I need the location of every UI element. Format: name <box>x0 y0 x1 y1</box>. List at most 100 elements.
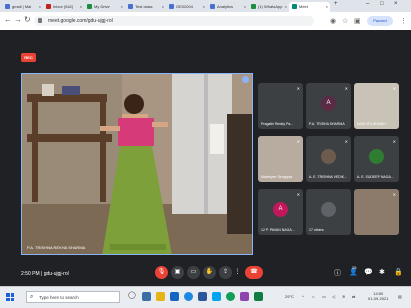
taskbar-search-input[interactable]: ⌕ Type here to search <box>26 291 120 303</box>
minimize-icon[interactable]: – <box>366 1 369 7</box>
mic-off-icon: ✕ <box>392 86 396 91</box>
close-icon[interactable]: × <box>121 2 123 12</box>
browser-tab-active[interactable]: Meet × <box>289 2 330 12</box>
system-clock[interactable]: 14:50 01-09-2021 <box>368 291 388 301</box>
maximize-icon[interactable]: □ <box>380 1 384 7</box>
present-icon: ⇪ <box>222 269 229 275</box>
browser-tab[interactable]: GE02004 × <box>166 2 207 12</box>
close-icon[interactable]: × <box>285 2 287 12</box>
task-view-icon[interactable]: ◯ <box>128 291 137 300</box>
avatar <box>369 149 384 164</box>
camera-indicator-icon[interactable]: ◉ <box>330 17 336 25</box>
avatar: A <box>273 202 288 217</box>
mic-off-icon: ✕ <box>392 192 396 197</box>
participant-tile[interactable]: ✕ Maitreyee Sengupta <box>258 136 303 182</box>
end-call-icon: ☎ <box>250 269 258 275</box>
bookmark-star-icon[interactable]: ☆ <box>342 17 348 25</box>
pin-icon[interactable] <box>242 76 249 83</box>
language-icon[interactable]: ⇄ <box>352 294 355 299</box>
folder-icon[interactable] <box>156 292 165 301</box>
raise-hand-button[interactable]: ✋ <box>203 266 216 279</box>
participant-name: P.A. TRISHNA REKHA SHARMA <box>27 245 86 250</box>
avatar <box>321 202 336 217</box>
meet-window: REC P.A. TRISHNA REKHA SHARMA ✕ Pragathi… <box>0 30 411 286</box>
participant-tile[interactable]: ✕ A. E. SUDEEP NAGA... <box>354 136 399 182</box>
tab-favicon-icon <box>210 4 215 10</box>
more-options-icon: ⋮ <box>234 269 241 275</box>
browser-tab[interactable]: Analytics × <box>207 2 248 12</box>
network-icon[interactable]: ⌂ <box>312 294 314 299</box>
mic-off-icon: ✕ <box>344 139 348 144</box>
notifications-icon[interactable]: ▤ <box>398 294 402 299</box>
close-icon[interactable]: × <box>244 2 246 12</box>
menu-icon[interactable]: ⋮ <box>400 17 407 25</box>
browser-tab[interactable]: Test class × <box>125 2 166 12</box>
url-input[interactable]: meet.google.com/gdu-ujgj-rol <box>34 16 314 26</box>
browser-tab[interactable]: My Drive × <box>84 2 125 12</box>
mic-off-icon: ✕ <box>344 86 348 91</box>
recording-badge: REC <box>21 53 36 62</box>
end-call-button[interactable]: ☎ <box>245 266 263 279</box>
participant-tile[interactable]: ✕ A 12 P. PAVAN NAGA... <box>258 189 303 235</box>
app-icon[interactable] <box>212 292 221 301</box>
activities-icon[interactable]: ✱ <box>379 268 385 276</box>
close-icon[interactable]: × <box>326 2 328 12</box>
raise-hand-icon: ✋ <box>205 269 214 275</box>
close-icon[interactable]: × <box>162 2 164 12</box>
forward-icon[interactable]: → <box>14 15 22 24</box>
browser-tab[interactable]: gmail | Mai × <box>2 2 43 12</box>
tab-favicon-icon <box>5 4 10 10</box>
tab-favicon-icon <box>128 4 133 10</box>
mic-button[interactable]: 🎙 <box>155 266 168 279</box>
mic-off-icon: ✕ <box>296 139 300 144</box>
weather-temperature[interactable]: 29°C <box>285 294 294 299</box>
camera-icon: ▣ <box>174 269 181 275</box>
captions-button[interactable]: ▭ <box>187 266 200 279</box>
wifi-icon[interactable]: ≋ <box>342 294 345 299</box>
tab-favicon-icon <box>169 4 174 10</box>
more-options-button[interactable]: ⋮ <box>231 266 244 279</box>
close-icon[interactable]: × <box>80 2 82 12</box>
participant-tile[interactable]: ✕ A P.A. TRISHA SHARMA <box>306 83 351 129</box>
self-view-tile[interactable]: ✕ <box>354 189 399 235</box>
close-icon[interactable]: × <box>203 2 205 12</box>
back-icon[interactable]: ← <box>4 15 12 24</box>
taskbar: ⌕ Type here to search ◯ 29°C ^ ⌂ ▭ ◁ ≋ ⇄… <box>0 286 411 308</box>
new-tab-button[interactable]: + <box>334 1 338 7</box>
address-bar: ← → ↻ meet.google.com/gdu-ujgj-rol ◉ ☆ ▣… <box>0 12 411 31</box>
main-video-tile[interactable]: P.A. TRISHNA REKHA SHARMA <box>21 73 253 255</box>
extensions-icon[interactable]: ▣ <box>354 17 361 25</box>
browser-tab[interactable]: Inbox (542) × <box>43 2 84 12</box>
lock-meeting-icon[interactable]: 🔒 <box>394 268 403 276</box>
participant-tile[interactable]: ✕ A. E. TRISHNA VEDIK... <box>306 136 351 182</box>
close-icon[interactable]: × <box>39 2 41 12</box>
profile-paused-button[interactable]: Paused <box>367 16 393 26</box>
browser-tab[interactable]: (1) WhatsApp × <box>248 2 289 12</box>
volume-icon[interactable]: ◁ <box>332 294 335 299</box>
participant-tile[interactable]: ✕ NASHITA SHAIKH <box>354 83 399 129</box>
word-icon[interactable] <box>198 292 207 301</box>
chrome-active-icon[interactable] <box>226 292 235 301</box>
window-close-icon[interactable]: × <box>394 1 398 7</box>
reload-icon[interactable]: ↻ <box>24 15 31 24</box>
file-explorer-icon[interactable] <box>142 292 151 301</box>
meet-favicon-icon <box>292 4 297 10</box>
tray-chevron-icon[interactable]: ^ <box>302 294 304 299</box>
avatar: A <box>321 96 336 111</box>
store-icon[interactable] <box>170 292 179 301</box>
app-icon[interactable] <box>240 292 249 301</box>
search-icon: ⌕ <box>30 294 34 300</box>
mic-icon: 🎙 <box>157 269 166 275</box>
chat-icon[interactable]: 💬 <box>364 268 373 276</box>
chrome-icon[interactable] <box>184 292 193 301</box>
camera-button[interactable]: ▣ <box>171 266 184 279</box>
windows-start-icon[interactable] <box>6 293 14 301</box>
participant-tile[interactable]: ✕ Pragathi Reddy Pa... <box>258 83 303 129</box>
others-tile[interactable]: 17 others <box>306 189 351 235</box>
info-icon[interactable]: ⓘ <box>334 268 341 278</box>
mic-off-icon: ✕ <box>296 86 300 91</box>
mic-off-icon: ✕ <box>392 139 396 144</box>
excel-icon[interactable] <box>254 292 263 301</box>
lock-icon[interactable] <box>38 18 42 23</box>
battery-icon[interactable]: ▭ <box>322 294 326 299</box>
